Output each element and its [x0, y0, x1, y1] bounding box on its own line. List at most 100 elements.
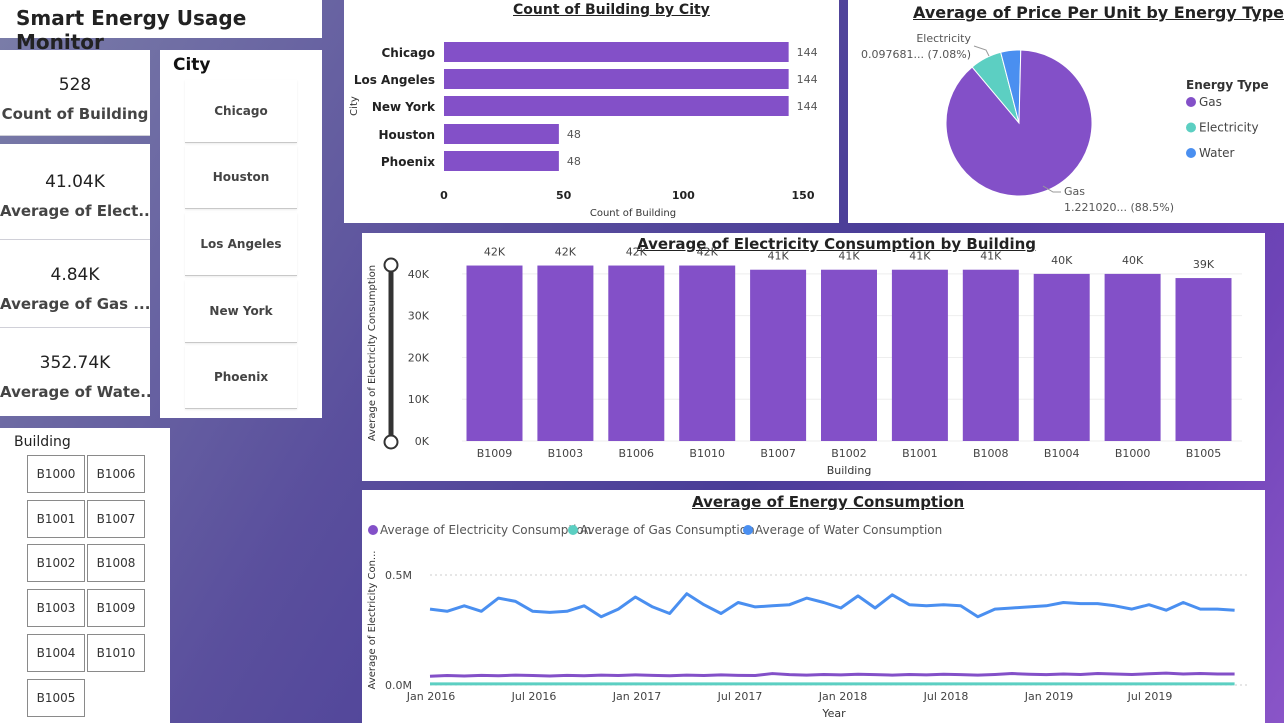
kpi-avg-gas[interactable]: 4.84K Average of Gas ...	[0, 240, 150, 328]
x-tick-label: B1007	[760, 447, 796, 460]
building-bar-data-label: 41K	[980, 250, 1002, 263]
city-category-label: Houston	[379, 128, 436, 142]
building-option[interactable]: B1007	[87, 500, 145, 538]
building-option[interactable]: B1005	[27, 679, 85, 717]
building-option[interactable]: B1004	[27, 634, 85, 672]
building-option[interactable]: B1010	[87, 634, 145, 672]
building-bar-data-label: 39K	[1193, 258, 1215, 271]
city-bar	[444, 124, 559, 144]
x-axis-label: Year	[821, 707, 846, 720]
building-option[interactable]: B1003	[27, 589, 85, 627]
zoom-slider-handle	[383, 257, 399, 273]
building-bar-data-label: 41K	[767, 250, 789, 263]
city-bar-data-label: 48	[567, 128, 581, 141]
x-tick-label: Jul 2019	[1127, 690, 1173, 703]
legend-marker	[743, 525, 753, 535]
building-bar	[750, 269, 807, 441]
x-tick-label: Jan 2016	[406, 690, 455, 703]
legend-label: Average of Gas Consumption	[580, 523, 755, 537]
y-tick-label: 0K	[415, 435, 430, 448]
legend-marker-electricity	[1186, 122, 1196, 133]
line-chart: Average of Electricity ConsumptionAverag…	[367, 523, 1250, 720]
kpi-label: Count of Building	[1, 105, 149, 123]
city-option[interactable]: New York	[185, 280, 297, 343]
kpi-label: Average of Elect...	[0, 202, 150, 220]
legend-marker-gas	[1186, 97, 1196, 107]
kpi-label: Average of Gas ...	[0, 295, 150, 313]
x-tick-label: B1000	[1115, 447, 1151, 460]
building-bar-chart: 0K 10K 20K 30K 40K Average of Electricity Con…	[367, 246, 1242, 477]
building-option[interactable]: B1000	[27, 455, 85, 493]
x-axis-label: Building	[827, 464, 872, 477]
building-bar	[1033, 273, 1090, 441]
legend-label-electricity: Electricity	[1199, 121, 1259, 135]
dashboard-title: Smart Energy Usage Monitor	[16, 6, 247, 54]
city-option[interactable]: Chicago	[185, 80, 297, 143]
y-tick-label: 40K	[408, 268, 430, 281]
building-option[interactable]: B1008	[87, 544, 145, 582]
city-slicer: City Chicago Houston Los Angeles New Yor…	[160, 50, 322, 418]
city-category-label: Los Angeles	[354, 73, 435, 87]
building-option[interactable]: B1006	[87, 455, 145, 493]
building-bar-data-label: 40K	[1051, 254, 1073, 267]
city-category-label: Chicago	[381, 46, 435, 60]
city-category-label: Phoenix	[381, 155, 435, 169]
building-bar	[1175, 278, 1232, 441]
city-bar	[444, 69, 789, 89]
city-option[interactable]: Los Angeles	[185, 213, 297, 276]
y-axis-label: Average of Electricity Consumption	[367, 265, 378, 441]
building-bar-data-label: 42K	[484, 246, 506, 259]
x-tick-label: 100	[672, 189, 695, 202]
legend-label-water: Water	[1199, 146, 1235, 160]
x-tick-label: B1008	[973, 447, 1009, 460]
x-tick-label: B1010	[689, 447, 725, 460]
kpi-value: 352.74K	[39, 353, 111, 373]
kpi-count-building[interactable]: 528 Count of Building	[0, 50, 150, 136]
building-bar-data-label: 42K	[626, 246, 648, 259]
building-bar-chart-card: Average of Electricity Consumption by Bu…	[362, 233, 1265, 481]
building-bar	[1104, 273, 1161, 441]
legend-label: Average of Electricity Consumption	[380, 523, 591, 537]
kpi-avg-electricity[interactable]: 41.04K Average of Elect...	[0, 144, 150, 240]
city-bar-chart-card: Count of Building by City Chicago 144 Los …	[344, 0, 839, 223]
city-bar-chart: Chicago 144 Los Angeles 144 New York 144 Houst…	[349, 42, 818, 219]
x-tick-label: 0	[440, 189, 448, 202]
y-axis-label: City	[349, 96, 360, 116]
x-tick-label: B1009	[477, 447, 513, 460]
city-bar-data-label: 144	[797, 73, 818, 86]
pie-label-electricity: Electricity	[916, 32, 971, 45]
y-tick-label: 20K	[408, 351, 430, 364]
building-bar	[608, 265, 665, 441]
city-bar	[444, 151, 559, 171]
legend-label: Average of Water Consumption	[755, 523, 942, 537]
kpi-avg-water[interactable]: 352.74K Average of Wate...	[0, 328, 150, 416]
building-slicer: Building B1000 B1006 B1001 B1007 B1002 B…	[0, 428, 170, 723]
building-bar	[891, 269, 948, 441]
kpi-value: 4.84K	[50, 265, 100, 285]
legend-title: Energy Type	[1186, 78, 1269, 92]
y-tick-label: 0.5M	[385, 569, 412, 582]
building-option[interactable]: B1009	[87, 589, 145, 627]
building-option[interactable]: B1001	[27, 500, 85, 538]
building-bar	[821, 269, 877, 441]
city-option[interactable]: Houston	[185, 146, 297, 209]
pie-chart: Electricity 0.097681... (7.08%) Gas 1.22102…	[861, 32, 1269, 214]
legend-marker	[368, 525, 378, 535]
building-bar	[962, 269, 1019, 441]
city-bar	[444, 42, 789, 62]
title-card: Smart Energy Usage Monitor	[0, 0, 322, 54]
city-option[interactable]: Phoenix	[185, 346, 297, 409]
building-bar	[466, 265, 523, 441]
x-tick-label: Jan 2019	[1024, 690, 1073, 703]
x-tick-label: B1004	[1044, 447, 1080, 460]
pie-chart-card: Average of Price Per Unit by Energy Type…	[848, 0, 1284, 223]
kpi-value: 41.04K	[45, 172, 105, 192]
building-bar-data-label: 42K	[697, 246, 719, 259]
series-line	[429, 671, 1235, 678]
x-tick-label: Jul 2017	[717, 690, 763, 703]
x-tick-label: Jul 2016	[511, 690, 557, 703]
kpi-value: 528	[58, 75, 92, 95]
x-tick-label: Jul 2018	[923, 690, 969, 703]
city-bar-data-label: 144	[797, 100, 818, 113]
building-option[interactable]: B1002	[27, 544, 85, 582]
